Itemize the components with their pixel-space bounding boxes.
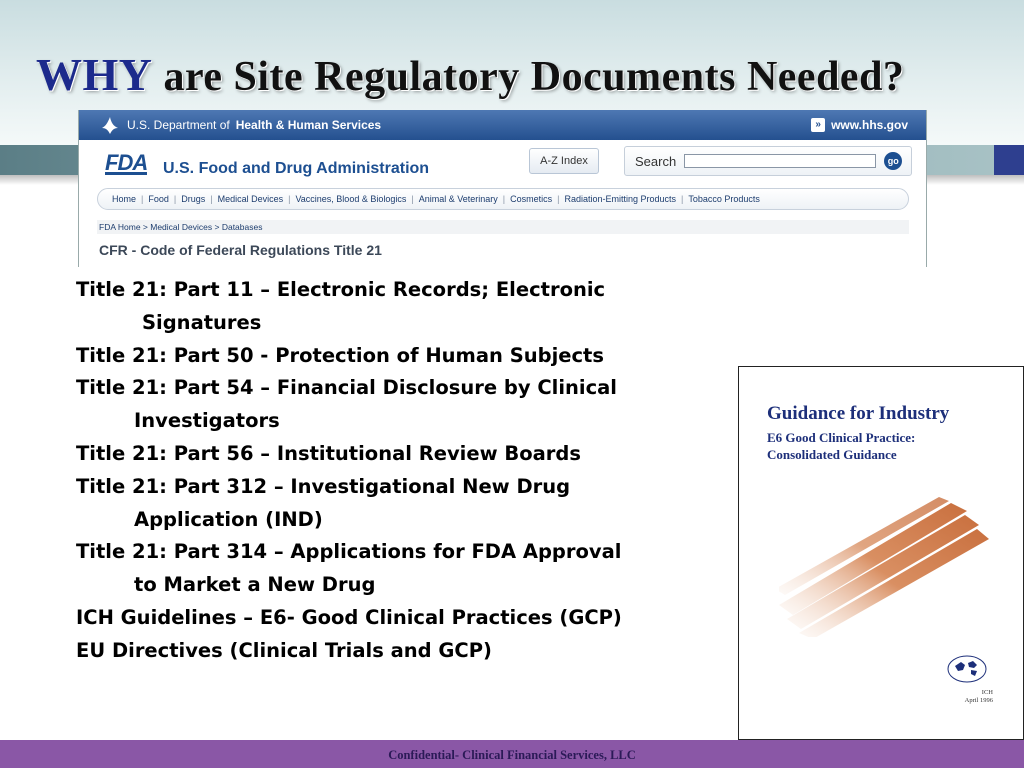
nav-item-home[interactable]: Home bbox=[112, 194, 136, 204]
hhs-link[interactable]: www.hhs.gov bbox=[831, 118, 908, 132]
guidance-title: Guidance for Industry bbox=[767, 403, 950, 424]
nav-item-radiation[interactable]: Radiation-Emitting Products bbox=[564, 194, 676, 204]
ich-label: ICH bbox=[981, 689, 993, 696]
nav-item-medical-devices[interactable]: Medical Devices bbox=[218, 194, 284, 204]
ich-date: April 1996 bbox=[964, 697, 993, 704]
regulation-line: Title 21: Part 312 – Investigational New… bbox=[76, 474, 571, 498]
regulation-line: Title 21: Part 50 - Protection of Human … bbox=[76, 343, 604, 367]
ich-globe-icon bbox=[947, 655, 987, 683]
double-arrow-icon: » bbox=[811, 118, 826, 132]
fda-nav: Home | Food | Drugs | Medical Devices | Vacc… bbox=[97, 188, 909, 210]
fda-logo[interactable]: FDA bbox=[105, 152, 148, 175]
diagonal-stripes-art bbox=[779, 497, 989, 637]
hhs-name[interactable]: Health & Human Services bbox=[236, 118, 381, 132]
agency-name[interactable]: U.S. Food and Drug Administration bbox=[163, 160, 429, 178]
regulation-line: Title 21: Part 56 – Institutional Review… bbox=[76, 441, 581, 465]
nav-item-food[interactable]: Food bbox=[148, 194, 169, 204]
hhs-eagle-icon bbox=[102, 117, 118, 134]
nav-item-animal-veterinary[interactable]: Animal & Veterinary bbox=[419, 194, 498, 204]
guidance-subtitle-line2: Consolidated Guidance bbox=[767, 447, 897, 462]
regulation-line: ICH Guidelines – E6- Good Clinical Pract… bbox=[76, 605, 622, 629]
hhs-prefix: U.S. Department of bbox=[127, 118, 230, 132]
nav-item-tobacco[interactable]: Tobacco Products bbox=[688, 194, 760, 204]
fda-website-screenshot: U.S. Department of Health & Human Servic… bbox=[78, 110, 927, 267]
fda-header: FDA U.S. Food and Drug Administration A-… bbox=[79, 140, 926, 185]
search-label: Search bbox=[635, 153, 677, 169]
nav-item-cosmetics[interactable]: Cosmetics bbox=[510, 194, 552, 204]
title-emphasis: WHY bbox=[36, 49, 153, 100]
breadcrumb[interactable]: FDA Home > Medical Devices > Databases bbox=[97, 220, 909, 234]
az-index-button[interactable]: A-Z Index bbox=[529, 148, 599, 174]
regulation-line: Application (IND) bbox=[134, 507, 323, 531]
slide-title: WHY are Site Regulatory Documents Needed… bbox=[36, 48, 904, 101]
regulation-line: to Market a New Drug bbox=[134, 573, 376, 597]
ich-caption: ICH April 1996 bbox=[965, 689, 993, 705]
title-rest: are Site Regulatory Documents Needed? bbox=[163, 54, 905, 100]
nav-item-drugs[interactable]: Drugs bbox=[181, 194, 205, 204]
search-input[interactable] bbox=[684, 154, 877, 168]
footer: Confidential- Clinical Financial Service… bbox=[0, 740, 1024, 768]
decorative-stripe-accent bbox=[994, 145, 1024, 175]
guidance-subtitle-line1: E6 Good Clinical Practice: bbox=[767, 430, 916, 445]
regulation-line: Title 21: Part 54 – Financial Disclosure… bbox=[76, 376, 617, 400]
regulation-line: EU Directives (Clinical Trials and GCP) bbox=[76, 638, 492, 662]
guidance-subtitle: E6 Good Clinical Practice: Consolidated … bbox=[767, 429, 915, 463]
regulation-line: Title 21: Part 11 – Electronic Records; … bbox=[76, 278, 606, 301]
search-box: Search go bbox=[624, 146, 912, 176]
hhs-bar: U.S. Department of Health & Human Servic… bbox=[79, 110, 926, 140]
regulation-line: Title 21: Part 314 – Applications for FD… bbox=[76, 540, 622, 564]
regulation-line: Investigators bbox=[134, 409, 280, 433]
regulation-list: Title 21: Part 11 – Electronic Records; … bbox=[76, 274, 736, 668]
nav-item-vaccines[interactable]: Vaccines, Blood & Biologics bbox=[295, 194, 406, 204]
guidance-document-image: Guidance for Industry E6 Good Clinical P… bbox=[738, 366, 1024, 740]
go-button[interactable]: go bbox=[884, 152, 903, 170]
regulation-line: Signatures bbox=[142, 310, 262, 334]
page-heading: CFR - Code of Federal Regulations Title … bbox=[99, 242, 382, 258]
